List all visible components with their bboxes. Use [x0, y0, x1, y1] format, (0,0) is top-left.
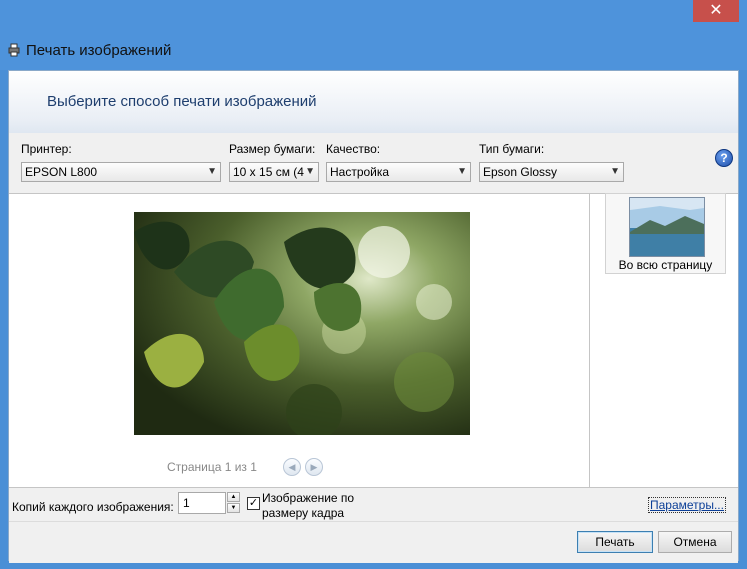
- layout-thumbnail: [629, 197, 705, 257]
- quality-value: Настройка: [330, 165, 390, 179]
- chevron-down-icon: ▼: [305, 166, 315, 177]
- dialog-client: Выберите способ печати изображений Принт…: [8, 70, 739, 563]
- arrow-right-icon[interactable]: ▶: [304, 458, 323, 476]
- paper-size-label: Размер бумаги:: [229, 142, 316, 156]
- header-banner: Выберите способ печати изображений: [9, 71, 738, 134]
- chevron-down-icon: ▼: [610, 166, 620, 177]
- print-settings: Принтер: EPSON L800 ▼ Размер бумаги: 10 …: [9, 133, 738, 193]
- paper-size-value: 10 x 15 см (4: [233, 165, 304, 179]
- layout-label: Во всю страницу: [618, 258, 713, 272]
- paper-type-value: Epson Glossy: [483, 165, 558, 179]
- paper-type-label: Тип бумаги:: [479, 142, 545, 156]
- print-button[interactable]: Печать: [577, 531, 653, 553]
- fit-to-frame-label: Изображение по размеру кадра: [262, 491, 355, 520]
- arrow-left-icon[interactable]: ◀: [282, 458, 301, 476]
- preview-pane: Страница 1 из 1 ◀ ▶: [9, 193, 590, 487]
- copies-stepper: ▲ ▼: [227, 492, 240, 514]
- button-bar: Печать Отмена: [9, 521, 738, 563]
- instruction-text: Выберите способ печати изображений: [47, 93, 317, 110]
- title-bar: Печать изображений: [8, 38, 171, 62]
- quality-label: Качество:: [326, 142, 381, 156]
- parameters-link[interactable]: Параметры...: [648, 497, 726, 513]
- printer-value: EPSON L800: [25, 165, 98, 179]
- paper-size-select[interactable]: 10 x 15 см (4 ▼: [229, 162, 319, 182]
- window-title: Печать изображений: [26, 41, 172, 59]
- fit-to-frame-checkbox[interactable]: ✓: [247, 497, 260, 510]
- close-button[interactable]: ✕: [693, 0, 739, 22]
- help-icon[interactable]: ?: [715, 149, 733, 167]
- copies-label: Копий каждого изображения:: [12, 500, 174, 514]
- chevron-down-icon: ▼: [207, 166, 217, 177]
- spin-down-button[interactable]: ▼: [227, 503, 240, 513]
- paper-type-select[interactable]: Epson Glossy ▼: [479, 162, 624, 182]
- copies-input[interactable]: 1: [178, 492, 226, 514]
- window-frame: ✕ Печать изображений: [0, 0, 747, 70]
- preview-photo: [134, 212, 470, 435]
- printer-icon: [8, 43, 20, 57]
- quality-select[interactable]: Настройка ▼: [326, 162, 471, 182]
- options-bar: Копий каждого изображения: 1 ▲ ▼ ✓ Изобр…: [9, 487, 738, 522]
- layout-list: Во всю страницу: [590, 193, 738, 487]
- cancel-button[interactable]: Отмена: [658, 531, 732, 553]
- page-navigation: Страница 1 из 1 ◀ ▶: [167, 458, 323, 476]
- chevron-down-icon: ▼: [457, 166, 467, 177]
- page-indicator: Страница 1 из 1: [167, 460, 257, 474]
- printer-label: Принтер:: [21, 142, 72, 156]
- printer-select[interactable]: EPSON L800 ▼: [21, 162, 221, 182]
- layout-item-full-page[interactable]: Во всю страницу: [605, 193, 726, 274]
- spin-up-button[interactable]: ▲: [227, 492, 240, 502]
